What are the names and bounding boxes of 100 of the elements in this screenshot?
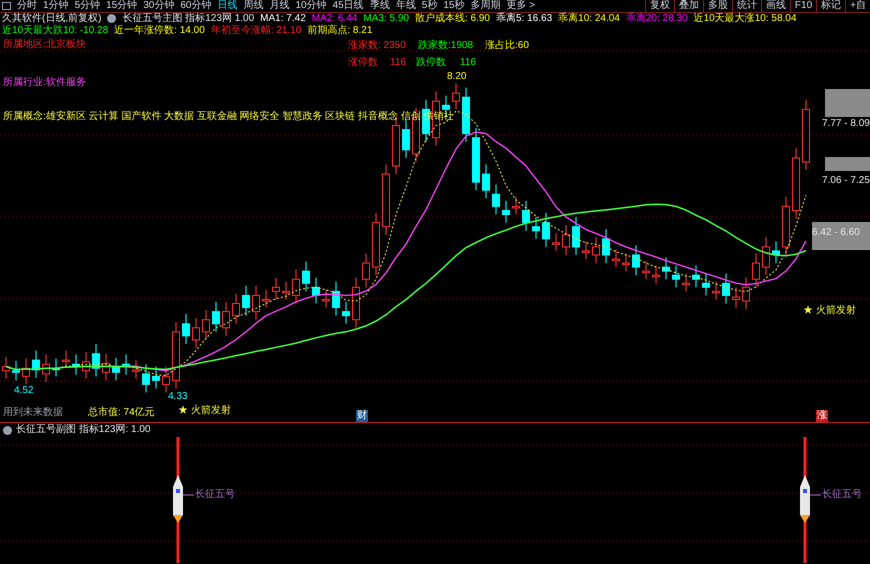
- market-stat: 116: [390, 57, 406, 69]
- period-tab[interactable]: 更多 >: [506, 0, 536, 12]
- indicator-value: 乖离10: 24.04: [558, 13, 620, 25]
- toolbar-button[interactable]: 复权: [644, 0, 674, 12]
- rocket-label: 长征五号: [195, 489, 235, 501]
- indicator-value: MA3: 5.90: [363, 13, 409, 25]
- candlestick: [452, 82, 460, 110]
- candlestick: [552, 232, 560, 252]
- indicator-value: 近10天最大跌10: -10.28: [2, 25, 108, 37]
- candlestick: [252, 285, 260, 320]
- candlestick: [122, 354, 130, 376]
- target-zone-block: [825, 89, 870, 117]
- candlestick: [732, 286, 740, 308]
- toolbar-button[interactable]: +自: [845, 0, 870, 12]
- indicator-value: 前期高点: 8.21: [307, 25, 372, 37]
- toolbar-button[interactable]: F10: [790, 0, 816, 12]
- candlestick: [502, 200, 510, 224]
- indicator-value: MA1: 7.42: [260, 13, 306, 24]
- period-tab[interactable]: 15秒: [443, 0, 464, 12]
- market-stat: 涨占比:60: [485, 40, 529, 52]
- candlestick: [472, 127, 480, 191]
- candlestick: [212, 301, 220, 332]
- candlestick: [232, 293, 240, 324]
- candlestick: [582, 240, 590, 260]
- period-tab[interactable]: 15分钟: [106, 0, 138, 12]
- stock-title: 久其软件(日线,前复权): [2, 13, 102, 24]
- indicator-value: MA2: 6.44: [312, 13, 358, 24]
- sub-chart-title: 长征五号副图 指标123网: 1.00: [16, 424, 150, 436]
- candlestick: [612, 248, 620, 268]
- period-tab[interactable]: 30分钟: [143, 0, 174, 12]
- candlestick: [152, 366, 160, 389]
- period-tab[interactable]: 日线: [218, 0, 238, 12]
- candlestick: [802, 99, 810, 171]
- period-tab[interactable]: 5秒: [422, 0, 438, 12]
- toolbar-button[interactable]: 画线: [760, 0, 790, 12]
- market-stat: 跌停数: [416, 57, 446, 69]
- collapse-icon[interactable]: [3, 426, 12, 434]
- market-cap-label: 总市值: 74亿元: [88, 407, 155, 419]
- candlestick: [102, 353, 110, 381]
- period-tab[interactable]: 周线: [244, 0, 264, 12]
- price-label: 4.33: [168, 391, 188, 403]
- panel-toggle-icon[interactable]: [2, 2, 11, 10]
- candlestick: [82, 352, 90, 380]
- candlestick: [492, 184, 500, 216]
- target-zone-label: 7.77 - 8.09: [822, 118, 870, 130]
- candlestick: [762, 236, 770, 276]
- period-tab[interactable]: 10分钟: [296, 0, 327, 12]
- indicator-value: 近一年涨停数: 14.00: [114, 25, 205, 37]
- candlestick: [52, 358, 60, 377]
- candlestick: [642, 260, 650, 280]
- period-tab[interactable]: 年线: [396, 0, 416, 12]
- candlestick: [692, 265, 700, 288]
- candlestick: [262, 289, 270, 308]
- region-label: 所属地区:北京板块: [3, 39, 86, 51]
- period-tab[interactable]: 分时: [17, 0, 37, 12]
- period-tab[interactable]: 多周期: [470, 0, 500, 12]
- candlestick: [562, 224, 570, 256]
- indicator-name: 长征五号主图 指标123网 1.00: [122, 13, 254, 24]
- candlestick: [172, 322, 180, 389]
- market-stat: 涨停数: [348, 57, 378, 69]
- future-data-note: 用到未来数据: [3, 407, 63, 419]
- candlestick: [782, 196, 790, 256]
- period-tab[interactable]: 1分钟: [43, 0, 69, 12]
- candlestick: [752, 252, 760, 288]
- event-marker[interactable]: 财: [356, 410, 368, 422]
- candlestick: [332, 281, 340, 316]
- period-tab[interactable]: 60分钟: [180, 0, 212, 12]
- target-zone-label: 7.06 - 7.25: [822, 175, 870, 187]
- market-stat: 116: [460, 57, 476, 69]
- target-zone-block: [812, 222, 870, 250]
- event-marker[interactable]: 涨: [816, 410, 828, 422]
- candlestick: [622, 252, 630, 272]
- candlestick: [652, 265, 660, 284]
- candlestick: [202, 310, 210, 340]
- signal-label: ★ 火箭发射: [803, 305, 856, 317]
- candlestick: [662, 256, 670, 280]
- leader-line: [182, 494, 194, 496]
- candlestick: [512, 196, 520, 216]
- candlestick: [712, 281, 720, 300]
- candlestick: [142, 364, 150, 393]
- candlestick: [482, 164, 490, 199]
- toolbar-button[interactable]: 叠加: [674, 0, 703, 12]
- toolbar-button[interactable]: 标记: [816, 0, 846, 12]
- candlestick: [292, 269, 300, 304]
- candlestick: [112, 357, 120, 381]
- period-tab[interactable]: 45日线: [332, 0, 364, 12]
- period-tab[interactable]: 5分钟: [74, 0, 100, 12]
- period-tab[interactable]: 月线: [270, 0, 290, 12]
- target-zone-label: 6.42 - 6.60: [812, 227, 860, 239]
- candlestick: [282, 281, 290, 300]
- leader-line: [810, 494, 822, 496]
- toolbar-button[interactable]: 多股: [702, 0, 732, 12]
- price-label: 4.52: [14, 385, 34, 397]
- candlestick: [242, 285, 250, 316]
- candlestick: [682, 273, 690, 292]
- candlestick: [702, 273, 710, 296]
- candlestick: [222, 301, 230, 336]
- market-stat: 涨家数: 2350: [348, 40, 406, 52]
- period-tab[interactable]: 季线: [370, 0, 390, 12]
- settings-icon[interactable]: [107, 14, 116, 23]
